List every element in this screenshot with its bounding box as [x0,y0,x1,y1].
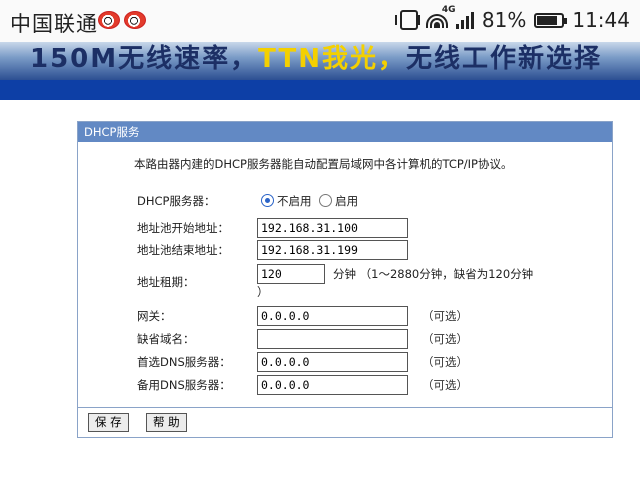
domain-label: 缺省域名： [137,332,195,346]
secondary-dns-optional: （可选） [422,378,468,392]
primary-dns-label: 首选DNS服务器： [137,355,231,369]
nav-bar [0,80,640,100]
domain-row: 缺省域名： （可选） [137,329,537,349]
pool-start-input[interactable]: 192.168.31.100 [257,218,408,238]
pool-end-label: 地址池结束地址： [137,243,229,257]
carrier-name: 中国联通 [10,12,98,36]
save-button[interactable]: 保 存 [88,413,129,432]
battery-percent: 81% [481,8,527,32]
secondary-dns-label: 备用DNS服务器： [137,378,231,392]
dhcp-panel: DHCP服务 本路由器内建的DHCP服务器能自动配置局域网中各计算机的TCP/I… [77,121,613,438]
gateway-label: 网关： [137,309,172,323]
clock: 11:44 [572,8,630,32]
secondary-dns-input[interactable]: 0.0.0.0 [257,375,408,395]
radio-enable[interactable] [319,194,333,207]
banner-text-b: TTN我光， [258,44,406,74]
radio-disable[interactable] [261,194,274,207]
gateway-row: 网关： 0.0.0.0 （可选） [137,306,537,326]
pool-start-label: 地址池开始地址： [137,221,229,235]
lease-row: 地址租期： 120 分钟 （1～2880分钟，缺省为120分钟 ） [137,264,607,300]
panel-title: DHCP服务 [78,122,612,142]
banner-text-a: 150M无线速率， [30,44,259,74]
primary-dns-input[interactable]: 0.0.0.0 [257,352,408,372]
pool-end-input[interactable]: 192.168.31.199 [257,240,408,260]
gateway-optional: （可选） [422,309,468,323]
banner-slogan: 150M无线速率，TTN我光，无线工作新选择 [30,42,602,75]
weibo-icon [98,11,120,29]
lease-note-end: ） [257,285,269,299]
lease-note: 分钟 （1～2880分钟，缺省为120分钟 [333,267,534,281]
help-button[interactable]: 帮 助 [146,413,187,432]
lease-input[interactable]: 120 [257,264,325,284]
dhcp-server-options: 不启用 启用 [261,193,358,209]
battery-icon [534,12,568,28]
radio-disable-label[interactable]: 不启用 [277,194,312,208]
domain-input[interactable] [257,329,408,349]
weibo-icon [124,11,146,29]
radio-enable-label[interactable]: 启用 [335,194,358,208]
dhcp-server-label: DHCP服务器： [137,194,216,208]
router-banner: 150M无线速率，TTN我光，无线工作新选择 [0,42,640,80]
network-type-label: 4G [441,5,456,15]
primary-dns-optional: （可选） [422,355,468,369]
cell-signal-icon: 4G [442,5,474,29]
button-bar: 保 存 帮 助 [78,407,612,437]
banner-text-c: 无线工作新选择 [405,44,602,74]
vibrate-icon [394,10,420,30]
gateway-input[interactable]: 0.0.0.0 [257,306,408,326]
panel-description: 本路由器内建的DHCP服务器能自动配置局域网中各计算机的TCP/IP协议。 [134,157,513,171]
lease-label: 地址租期： [137,275,195,289]
primary-dns-row: 首选DNS服务器： 0.0.0.0 （可选） [137,352,537,372]
status-bar: 中国联通 4G 81% 11:44 [0,0,640,42]
domain-optional: （可选） [422,332,468,346]
secondary-dns-row: 备用DNS服务器： 0.0.0.0 （可选） [137,375,537,395]
